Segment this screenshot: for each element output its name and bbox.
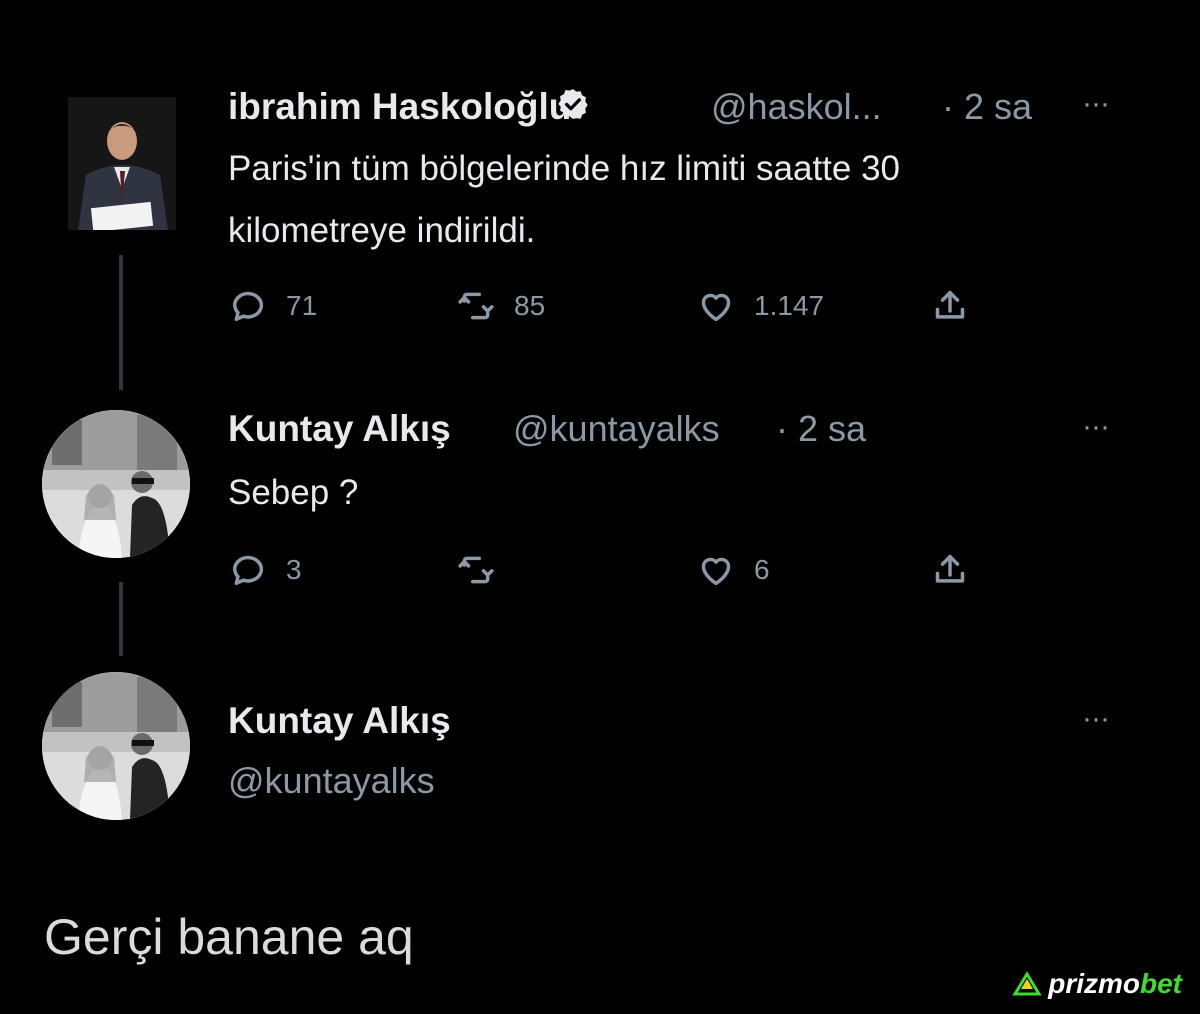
share-icon [935, 290, 965, 319]
retweet-icon [458, 556, 494, 584]
like-button[interactable]: 1.147 [696, 286, 824, 326]
avatar-ibrahim[interactable] [68, 97, 176, 230]
author-name[interactable]: Kuntay Alkış [228, 408, 451, 450]
author-handle[interactable]: @kuntayalks [513, 408, 720, 450]
more-options-icon[interactable]: ··· [1082, 410, 1110, 444]
share-button[interactable] [930, 286, 970, 326]
avatar-kuntay[interactable] [42, 410, 190, 558]
tweet-time[interactable]: · 2 sa [776, 408, 866, 450]
share-icon [935, 554, 965, 583]
caption-text: Gerçi banane aq [44, 909, 414, 965]
thread-line [119, 582, 123, 656]
like-button[interactable]: 6 [696, 550, 770, 590]
author-name[interactable]: Kuntay Alkış [228, 700, 451, 742]
verified-badge-icon [558, 89, 588, 119]
retweet-icon [458, 292, 494, 320]
tweet-text-line2: kilometreye indirildi. [228, 211, 536, 250]
share-button[interactable] [930, 550, 970, 590]
like-count: 1.147 [754, 290, 825, 321]
retweet-count: 85 [514, 290, 546, 321]
watermark-part2: bet [1140, 968, 1182, 999]
tweet-text-line1: Paris'in tüm bölgelerinde hız limiti saa… [228, 149, 901, 188]
watermark-part1: prizmo [1048, 968, 1140, 999]
more-options-icon[interactable]: ··· [1082, 702, 1110, 736]
retweet-button[interactable] [456, 550, 514, 590]
retweet-button[interactable]: 85 [456, 286, 545, 326]
heart-icon [701, 557, 731, 586]
reply-button[interactable]: 3 [228, 550, 302, 590]
heart-icon [701, 293, 731, 322]
author-handle[interactable]: @haskol... [711, 86, 882, 128]
avatar-kuntay[interactable] [42, 672, 190, 820]
reply-icon [232, 555, 264, 586]
reply-button[interactable]: 71 [228, 286, 317, 326]
watermark-logo: prizmo bet [1012, 968, 1182, 1000]
thread-line [119, 255, 123, 390]
tweet-time[interactable]: · 2 sa [942, 86, 1032, 128]
more-options-icon[interactable]: ··· [1082, 87, 1110, 121]
verified-icon [546, 87, 600, 121]
author-name[interactable]: ibrahim Haskoloğlu [228, 86, 571, 128]
author-handle[interactable]: @kuntayalks [228, 760, 435, 802]
tweet-text: Sebep ? [228, 473, 359, 512]
like-count: 6 [754, 554, 770, 585]
reply-count: 71 [286, 290, 318, 321]
reply-icon [232, 291, 264, 322]
reply-count: 3 [286, 554, 302, 585]
triangle-logo-icon [1012, 971, 1042, 996]
